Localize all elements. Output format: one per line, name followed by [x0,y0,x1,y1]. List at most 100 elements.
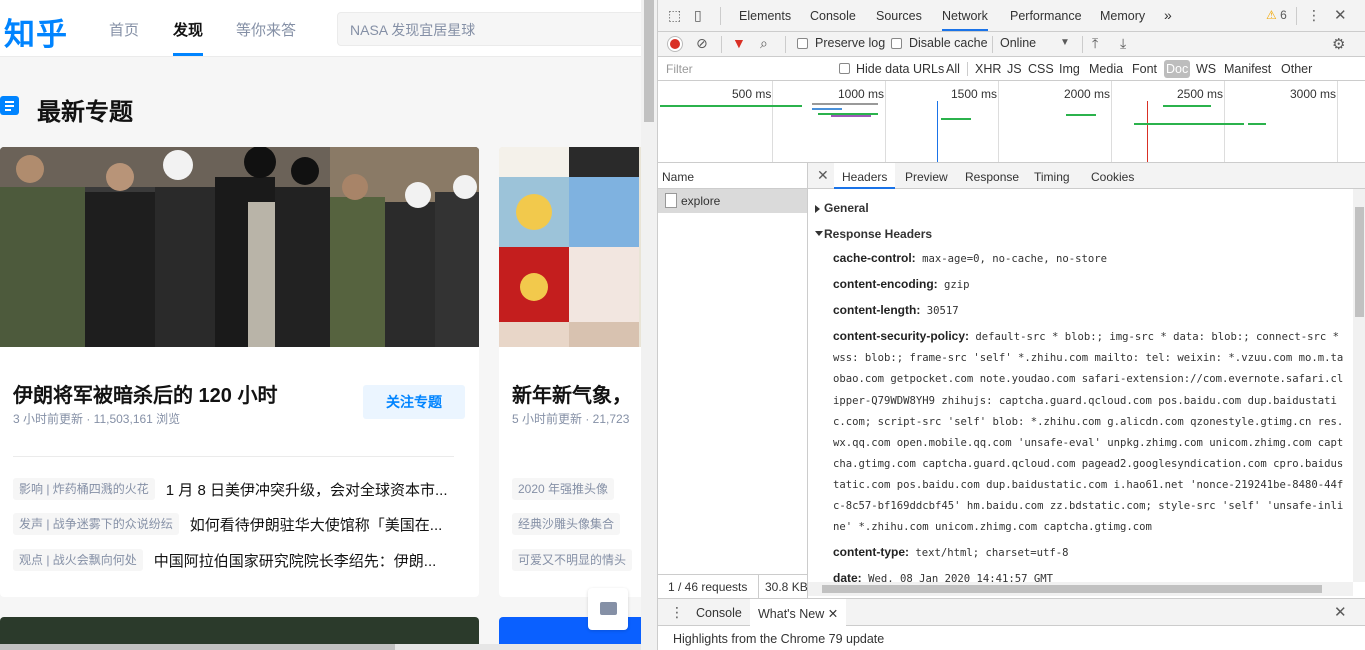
clear-icon[interactable]: ⊘ [696,35,708,52]
topic-title[interactable]: 新年新气象， [512,379,632,408]
drawer-menu-icon[interactable]: ⋮ [670,604,684,621]
name-column-header[interactable]: Name [658,163,807,189]
inspect-element-icon[interactable]: ⬚ [668,7,681,24]
tab-network[interactable]: Network [942,9,988,31]
tab-preview[interactable]: Preview [905,170,948,184]
article-title[interactable]: 如何看待伊朗驻华大使馆称「美国在... [190,514,443,535]
tab-performance[interactable]: Performance [1010,9,1082,23]
type-filter-ws[interactable]: WS [1196,62,1216,76]
follow-topic-button[interactable]: 关注专题 [363,385,465,419]
scrollbar-thumb[interactable] [644,0,654,122]
article-tag[interactable]: 发声 | 战争迷雾下的众说纷纭 [13,513,179,535]
timeline-overview[interactable]: 500 ms 1000 ms 1500 ms 2000 ms 2500 ms 3… [658,81,1365,163]
preserve-log-checkbox[interactable] [797,38,808,49]
topic-cover-image[interactable] [0,147,479,347]
response-headers-section-toggle[interactable]: Response Headers [808,220,1353,246]
floating-action-button[interactable] [588,588,628,630]
type-filter-doc[interactable]: Doc [1164,60,1191,78]
timeline-label: 3000 ms [1290,87,1337,101]
request-row[interactable]: explore [658,189,807,213]
kebab-menu-icon[interactable]: ⋮ [1307,7,1321,24]
warnings-badge[interactable]: ⚠ 6 [1266,8,1287,22]
tab-cookies[interactable]: Cookies [1091,170,1134,184]
request-name[interactable]: explore [681,194,720,208]
drawer-tabbar: ⋮ Console What's New ✕ ✕ [658,598,1365,626]
topic-article[interactable]: 可爱又不明显的情头 [512,549,633,573]
export-har-icon[interactable]: ⤓ [1120,35,1126,52]
type-filter-css[interactable]: CSS [1028,62,1054,76]
headers-vertical-scrollbar[interactable] [1353,189,1365,582]
devtools-tabbar: ⬚ ▯ Elements Console Sources Network Per… [658,0,1365,32]
article-title[interactable]: 中国阿拉伯国家研究院院长李绍先：伊朗... [154,550,437,571]
nav-explore[interactable]: 发现 [173,19,203,40]
topic-card[interactable]: 伊朗将军被暗杀后的 120 小时 3 小时前更新 · 11,503,161 浏览… [0,147,479,597]
disable-cache-checkbox[interactable] [891,38,902,49]
type-filter-js[interactable]: JS [1007,62,1022,76]
topic-title[interactable]: 伊朗将军被暗杀后的 120 小时 [13,379,277,408]
topic-meta: 5 小时前更新 · 21,723 [512,412,630,426]
article-tag[interactable]: 经典沙雕头像集合 [512,513,621,535]
drawer-tab-label: What's New [758,607,825,621]
type-filter-media[interactable]: Media [1089,62,1123,76]
topic-cover-image[interactable] [499,147,641,347]
record-icon[interactable] [668,37,682,51]
timeline-label: 500 ms [732,87,772,101]
topic-card[interactable]: 新年新气象， 5 小时前更新 · 21,723 2020 年强推头像 经典沙雕头… [499,147,641,597]
header-key: content-type: [833,545,909,560]
close-tab-icon[interactable]: ✕ [828,607,838,621]
general-section-toggle[interactable]: General [808,194,1353,220]
preserve-log-label[interactable]: Preserve log [815,36,885,50]
article-tag[interactable]: 2020 年强推头像 [512,478,615,500]
disable-cache-label[interactable]: Disable cache [909,36,988,50]
article-tag[interactable]: 可爱又不明显的情头 [512,549,633,571]
header-value: max-age=0, no-cache, no-store [922,253,1108,265]
settings-gear-icon[interactable]: ⚙ [1332,35,1345,53]
drawer-tab-whats-new[interactable]: What's New ✕ [750,599,847,626]
article-tag[interactable]: 观点 | 战火会飘向何处 [13,549,143,571]
chevron-down-icon[interactable]: ▼ [1060,37,1070,48]
close-devtools-icon[interactable]: ✕ [1334,6,1347,24]
device-toolbar-icon[interactable]: ▯ [694,7,702,24]
type-filter-xhr[interactable]: XHR [975,62,1001,76]
document-icon [665,193,677,208]
import-har-icon[interactable]: ⤒ [1092,35,1098,52]
headers-horizontal-scrollbar[interactable] [808,582,1353,596]
filter-icon[interactable]: ▼ [732,35,746,51]
drawer-tab-console[interactable]: Console [696,606,742,620]
tab-memory[interactable]: Memory [1100,9,1145,23]
tab-headers[interactable]: Headers [834,163,896,189]
hide-data-urls-checkbox[interactable] [839,63,850,74]
article-title[interactable]: 1 月 8 日美伊冲突升级，会对全球资本市... [166,479,448,500]
topic-article[interactable]: 影响 | 炸药桶四溅的火花 1 月 8 日美伊冲突升级，会对全球资本市... [13,478,448,502]
throttling-select[interactable]: Online [1000,36,1036,50]
nav-waiting-answers[interactable]: 等你来答 [236,19,296,40]
close-drawer-icon[interactable]: ✕ [1334,603,1347,621]
nav-home[interactable]: 首页 [109,19,139,40]
type-filter-manifest[interactable]: Manifest [1224,62,1271,76]
whats-new-content: Highlights from the Chrome 79 update [673,632,885,646]
more-tabs-icon[interactable]: » [1164,7,1172,23]
type-filter-img[interactable]: Img [1059,62,1080,76]
filter-input[interactable]: Filter [662,60,827,78]
type-filter-other[interactable]: Other [1281,62,1312,76]
type-filter-font[interactable]: Font [1132,62,1157,76]
close-detail-icon[interactable]: ✕ [817,167,829,184]
zhihu-logo[interactable]: 知乎 [4,9,68,54]
tab-elements[interactable]: Elements [739,9,791,23]
hide-data-urls-label[interactable]: Hide data URLs [856,62,944,76]
topic-article[interactable]: 发声 | 战争迷雾下的众说纷纭 如何看待伊朗驻华大使馆称「美国在... [13,513,442,537]
tab-sources[interactable]: Sources [876,9,922,23]
type-filter-all[interactable]: All [946,62,960,76]
search-input[interactable]: NASA 发现宜居星球 [337,12,641,46]
tab-console[interactable]: Console [810,9,856,23]
topic-article[interactable]: 观点 | 战火会飘向何处 中国阿拉伯国家研究院院长李绍先：伊朗... [13,549,436,573]
topic-article[interactable]: 经典沙雕头像集合 [512,513,621,537]
article-tag[interactable]: 影响 | 炸药桶四溅的火花 [13,478,155,500]
header-row: content-type: text/html; charset=utf-8 [808,540,1353,566]
topic-article[interactable]: 2020 年强推头像 [512,478,615,502]
tab-response[interactable]: Response [965,170,1019,184]
page-scrollbar[interactable] [641,0,657,650]
horizontal-scrollbar[interactable] [0,644,641,650]
search-icon[interactable]: ⌕ [760,35,768,52]
tab-timing[interactable]: Timing [1034,170,1070,184]
